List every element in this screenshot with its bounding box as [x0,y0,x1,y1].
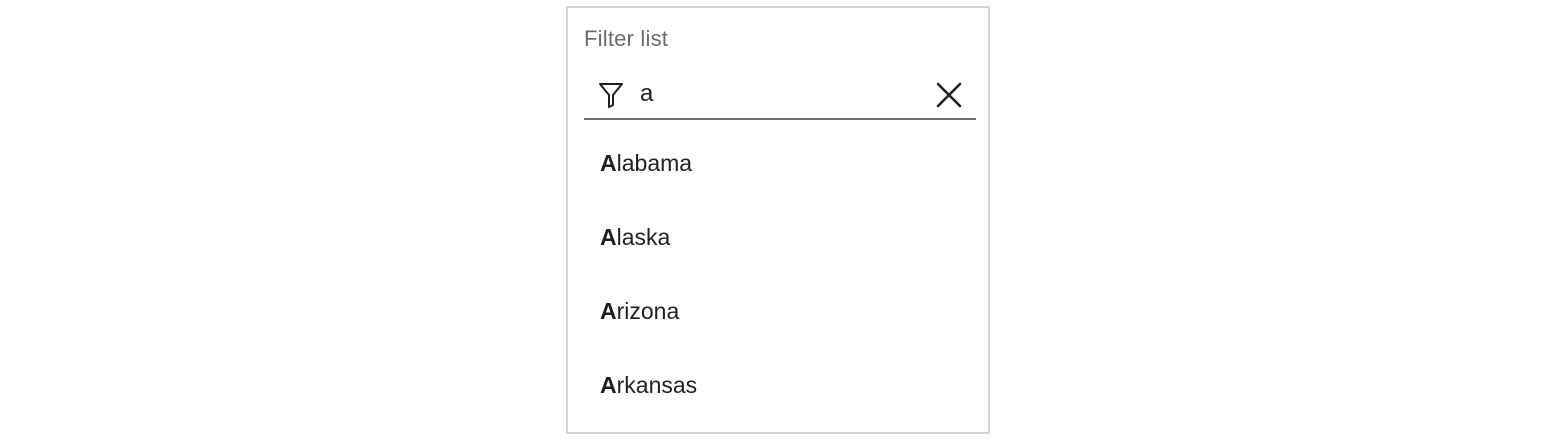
filtered-results-list: Alabama Alaska Arizona Arkansas [584,126,976,422]
close-icon [936,82,962,108]
filter-funnel-icon [598,81,624,109]
list-item-rest: rizona [616,298,680,324]
filter-list-panel: Filter list Alabama Alaska Arizona Arkan… [566,6,990,434]
list-item-match: A [600,298,617,324]
clear-filter-button[interactable] [934,80,964,110]
list-item-rest: labama [616,150,693,176]
filter-list-label: Filter list [584,26,669,51]
filter-search-input[interactable] [640,76,920,112]
list-item-rest: rkansas [616,372,698,398]
list-item-rest: laska [616,224,671,250]
list-item-match: A [600,224,617,250]
list-item[interactable]: Arizona [584,274,976,348]
list-item[interactable]: Alaska [584,200,976,274]
list-item[interactable]: Alabama [584,126,976,200]
list-item[interactable]: Arkansas [584,348,976,422]
list-item-match: A [600,150,617,176]
filter-search-row [584,68,976,120]
list-item-match: A [600,372,617,398]
